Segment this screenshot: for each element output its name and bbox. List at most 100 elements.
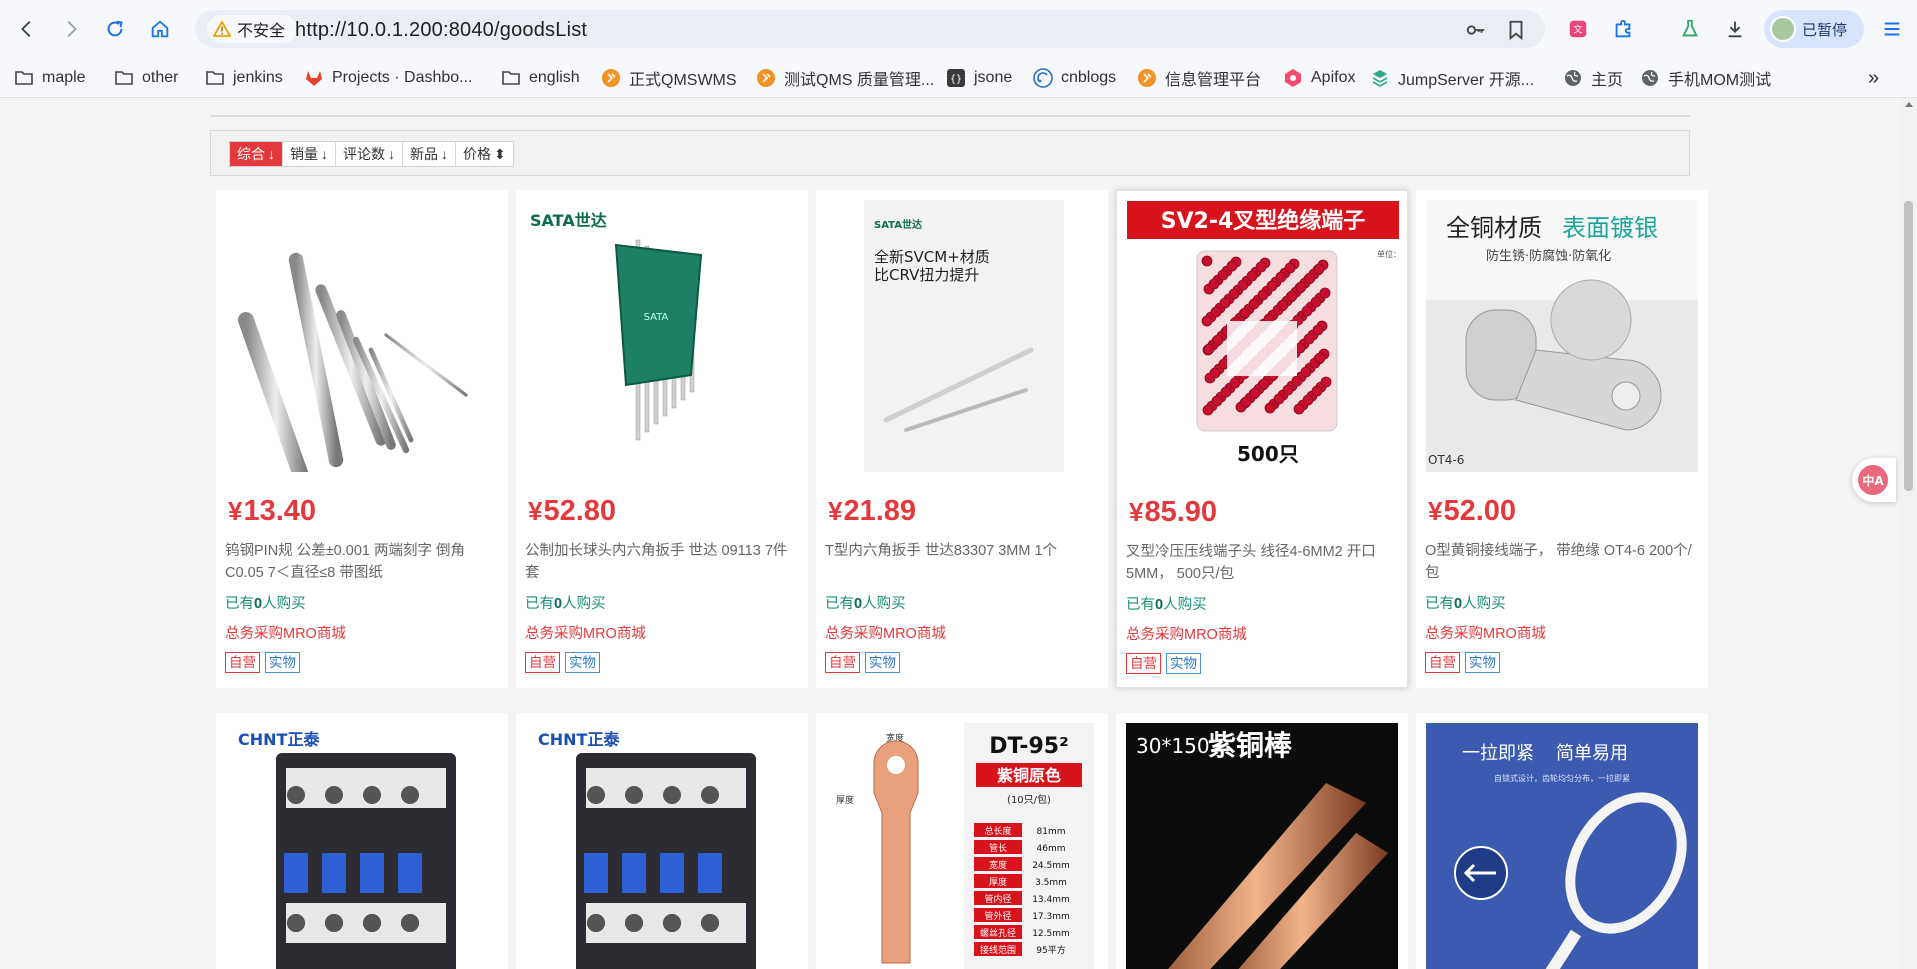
home-button[interactable] [145, 14, 175, 44]
product-card[interactable]: SATA世达 SATA ¥52.80 公制加长球头内六角扳手 世达 09113 7件套… [516, 190, 808, 688]
menu-button[interactable] [1877, 14, 1907, 44]
sort-arrow-icon: ↓ [441, 146, 448, 162]
product-image[interactable]: SV2-4叉型绝缘端子单位：MM 500只 [1127, 201, 1399, 473]
back-button[interactable] [12, 14, 42, 44]
product-title[interactable]: 公制加长球头内六角扳手 世达 09113 7件套 [525, 540, 801, 584]
reload-button[interactable] [100, 14, 130, 44]
profile-button[interactable]: 已暂停 [1764, 10, 1864, 48]
sort-option[interactable]: 综合 ↓ [230, 142, 283, 166]
globe-icon [1640, 68, 1660, 88]
product-card[interactable]: 30*150 紫铜棒 [1116, 713, 1408, 969]
product-title[interactable]: T型内六角扳手 世达83307 3MM 1个 [825, 540, 1101, 562]
sort-bar: 综合 ↓ 销量 ↓ 评论数 ↓ 新品 ↓ 价格 ⬍ [210, 130, 1690, 176]
bookmark-item[interactable]: 主页 [1563, 66, 1623, 90]
self-operated-badge: 自营 [525, 652, 560, 673]
product-image[interactable]: 一拉即紧 简单易用 自锁式设计，齿轮均匀分布，一拉即紧 [1426, 723, 1698, 969]
self-operated-badge: 自营 [1126, 653, 1161, 674]
product-image[interactable]: CHNT正泰 [526, 723, 798, 969]
sort-arrow-icon: ↓ [388, 146, 395, 162]
product-card[interactable]: SV2-4叉型绝缘端子单位：MM 500只 ¥85.90 叉型冷压压线端子头 线径4-… [1116, 190, 1408, 688]
bookmark-item[interactable]: maple [14, 66, 86, 90]
product-price: ¥13.40 [228, 495, 317, 527]
store-name[interactable]: 总务采购MRO商城 [225, 622, 346, 643]
bookmark-label: 主页 [1591, 72, 1624, 89]
product-card[interactable]: 一拉即紧 简单易用 自锁式设计，齿轮均匀分布，一拉即紧 [1416, 713, 1708, 969]
translate-float-button[interactable]: 中A [1852, 458, 1896, 502]
product-card[interactable]: ¥13.40 钨钢PIN规 公差±0.001 两端刻字 倒角C0.05 7＜直径≤… [216, 190, 508, 688]
svg-text:17.3mm: 17.3mm [1032, 912, 1070, 922]
svg-text:厚度: 厚度 [989, 876, 1007, 888]
bookmark-item[interactable]: 信息管理平台 [1137, 66, 1261, 90]
product-tags: 自营 实物 [1126, 653, 1201, 674]
scroll-up-arrow-icon[interactable] [1904, 102, 1913, 107]
sort-option[interactable]: 价格 ⬍ [456, 142, 513, 166]
self-operated-badge: 自营 [1425, 652, 1460, 673]
product-card[interactable]: 全铜材质 表面镀银 防生锈·防腐蚀·防氧化 OT4-6 ¥52.00 O型黄铜接线端子， … [1416, 190, 1708, 688]
bookmark-item[interactable]: english [501, 66, 580, 90]
product-card[interactable]: CHNT正泰 [216, 713, 508, 969]
bookmark-item[interactable]: Projects · Dashbo... [304, 66, 473, 90]
bookmark-item[interactable]: cnblogs [1033, 66, 1116, 90]
sort-label: 价格 [463, 146, 491, 162]
bookmark-item[interactable]: other [114, 66, 178, 90]
store-name[interactable]: 总务采购MRO商城 [1425, 622, 1546, 643]
key-icon[interactable] [1465, 19, 1487, 41]
bookmark-item[interactable]: Apifox [1283, 66, 1355, 90]
product-card[interactable]: CHNT正泰 [516, 713, 808, 969]
product-image[interactable] [226, 200, 498, 472]
bookmark-item[interactable]: JumpServer 开源... [1370, 66, 1534, 90]
sort-label: 综合 [237, 146, 265, 162]
bookmark-item[interactable]: {} jsone [946, 66, 1012, 90]
downloads-button[interactable] [1720, 14, 1750, 44]
bookmark-label: other [142, 69, 179, 86]
bookmark-item[interactable]: 正式QMSWMS [601, 66, 737, 90]
translate-ext-icon: 文 [1569, 20, 1587, 38]
bookmark-label: Projects · Dashbo... [332, 69, 473, 86]
svg-text:30*150: 30*150 [1136, 734, 1210, 758]
product-image[interactable]: DT-95² 紫铜原色 (10只/包) 总长度 81mm 管长 46mm 宽度 24.5mm 厚度… [826, 723, 1098, 969]
bookmark-item[interactable]: 手机MOM测试 [1640, 66, 1771, 90]
security-chip[interactable]: 不安全 [207, 15, 298, 43]
physical-goods-badge: 实物 [265, 652, 300, 673]
product-price: ¥21.89 [828, 495, 917, 527]
bookmark-star-icon[interactable] [1505, 19, 1527, 41]
product-image[interactable]: SATA世达 SATA [526, 200, 798, 472]
url-text[interactable]: http://10.0.1.200:8040/goodsList [295, 19, 587, 42]
product-price: ¥85.90 [1129, 496, 1218, 528]
folder-icon [14, 68, 34, 88]
sort-option[interactable]: 评论数 ↓ [336, 142, 403, 166]
product-card[interactable]: DT-95² 紫铜原色 (10只/包) 总长度 81mm 管长 46mm 宽度 24.5mm 厚度… [816, 713, 1108, 969]
product-title[interactable]: 叉型冷压压线端子头 线径4-6MM2 开口5MM， 500只/包 [1126, 541, 1402, 585]
product-card[interactable]: SATA世达 全新SVCM+材质 比CRV扭力提升 ¥21.89 T型内六角扳手 世达8… [816, 190, 1108, 688]
scrollbar[interactable] [1900, 98, 1917, 969]
bookmark-label: 手机MOM测试 [1668, 72, 1772, 89]
bookmark-item[interactable]: jenkins [205, 66, 283, 90]
forward-button[interactable] [56, 14, 86, 44]
product-image[interactable]: 30*150 紫铜棒 [1126, 723, 1398, 969]
address-bar[interactable]: 不安全 http://10.0.1.200:8040/goodsList [195, 10, 1545, 48]
product-title[interactable]: 钨钢PIN规 公差±0.001 两端刻字 倒角C0.05 7＜直径≤8 带图纸 [225, 540, 501, 584]
product-image[interactable]: CHNT正泰 [226, 723, 498, 969]
svg-text:81mm: 81mm [1037, 827, 1066, 837]
product-image[interactable]: 全铜材质 表面镀银 防生锈·防腐蚀·防氧化 OT4-6 [1426, 200, 1698, 472]
more-bookmarks-button[interactable]: » [1868, 66, 1879, 90]
sort-label: 销量 [290, 146, 318, 162]
product-price: ¥52.00 [1428, 495, 1517, 527]
braces-icon: {} [946, 68, 966, 88]
sort-option[interactable]: 新品 ↓ [403, 142, 456, 166]
store-name[interactable]: 总务采购MRO商城 [1126, 623, 1247, 644]
sort-arrow-icon: ⬍ [494, 145, 506, 162]
extensions-button[interactable] [1608, 14, 1638, 44]
product-title[interactable]: O型黄铜接线端子， 带绝缘 OT4-6 200个/包 [1425, 540, 1701, 584]
store-name[interactable]: 总务采购MRO商城 [825, 622, 946, 643]
labs-button[interactable] [1675, 14, 1705, 44]
svg-text:单位：MM: 单位：MM [1377, 249, 1399, 259]
svg-text:比CRV扭力提升: 比CRV扭力提升 [874, 266, 979, 284]
scroll-thumb[interactable] [1904, 201, 1913, 491]
bookmark-item[interactable]: 测试QMS 质量管理... [756, 66, 934, 90]
buyers-count: 已有0人购买 [225, 596, 306, 612]
sort-option[interactable]: 销量 ↓ [283, 142, 336, 166]
store-name[interactable]: 总务采购MRO商城 [525, 622, 646, 643]
extension-translate-button[interactable]: 文 [1563, 14, 1593, 44]
product-image[interactable]: SATA世达 全新SVCM+材质 比CRV扭力提升 [826, 200, 1098, 472]
